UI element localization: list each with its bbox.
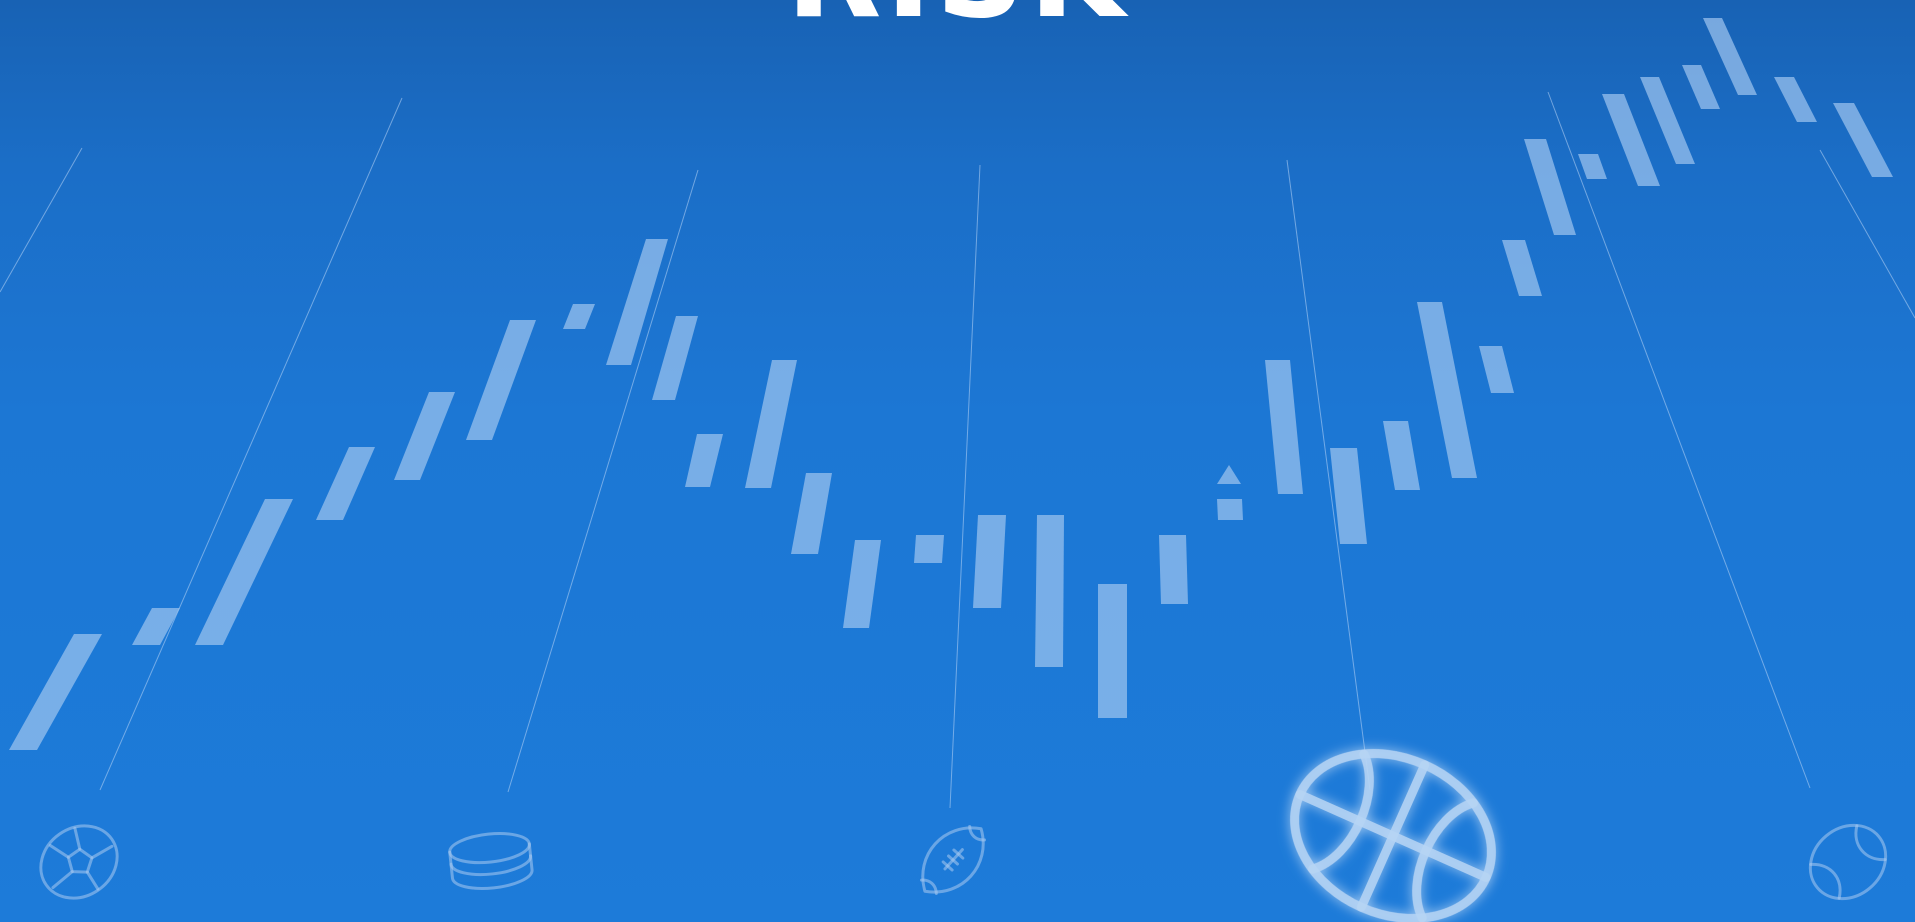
light-beam xyxy=(507,169,699,793)
chart-bar xyxy=(1217,465,1241,484)
chart-bar xyxy=(394,392,455,480)
chart-bar xyxy=(1217,499,1243,520)
chart-bar xyxy=(973,515,1006,608)
chart-bar xyxy=(1383,421,1420,490)
chart-bar xyxy=(563,304,595,329)
chart-bar xyxy=(1602,94,1660,186)
chart-bar xyxy=(1833,103,1893,177)
chart-bar xyxy=(652,316,698,400)
chart-bar xyxy=(9,634,102,750)
tennis-ball-icon xyxy=(1808,823,1888,901)
chart-bar xyxy=(1578,154,1607,179)
chart-bar xyxy=(1265,360,1303,494)
hockey-puck-icon xyxy=(448,832,534,890)
chart-bar xyxy=(745,360,797,488)
chart-bar xyxy=(1682,65,1720,109)
chart-bar xyxy=(1774,77,1817,122)
chart-bar xyxy=(132,608,180,645)
chart-bar xyxy=(1159,535,1188,604)
light-beam xyxy=(949,164,981,809)
chart-bar xyxy=(1098,584,1127,718)
chart-bar xyxy=(316,447,375,520)
soccer-ball-icon xyxy=(39,824,119,900)
chart-bars xyxy=(9,18,1893,750)
chart-bar xyxy=(1035,515,1064,667)
chart-bar xyxy=(466,320,536,440)
chart-bar xyxy=(1524,139,1576,235)
chart-bar xyxy=(1502,240,1542,296)
chart-bar xyxy=(791,473,832,554)
chart-bar xyxy=(606,239,668,365)
light-beam xyxy=(1819,149,1915,319)
chart-bar xyxy=(843,540,881,628)
chart-bar xyxy=(195,499,293,645)
light-beam xyxy=(0,147,83,293)
chart-bar xyxy=(1417,302,1477,478)
chart-bar xyxy=(685,434,723,487)
basketball-icon xyxy=(1290,749,1496,922)
light-beam xyxy=(1547,91,1811,789)
chart-bar xyxy=(1479,346,1514,393)
chart-bar xyxy=(1640,77,1695,164)
light-beams xyxy=(0,91,1915,809)
light-beam xyxy=(99,97,403,791)
american-football-icon xyxy=(919,825,987,895)
chart-bar xyxy=(914,535,944,563)
risk-chart-illustration xyxy=(0,18,1915,922)
chart-bar xyxy=(1703,18,1757,95)
